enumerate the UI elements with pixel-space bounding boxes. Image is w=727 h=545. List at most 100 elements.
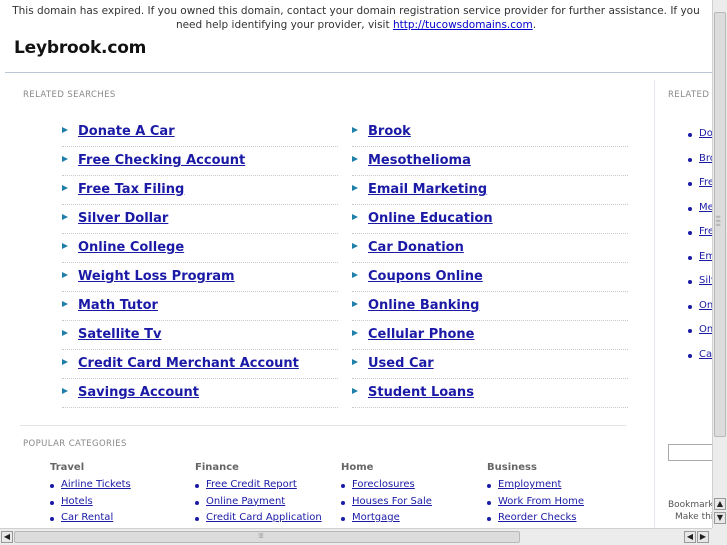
expiry-text: This domain has expired. If you owned th…: [12, 5, 700, 31]
related-search-link[interactable]: Mesothelioma: [368, 153, 471, 168]
category-item[interactable]: Credit Card Application: [195, 511, 335, 528]
related-search-item[interactable]: Mesothelioma: [352, 147, 628, 176]
related-search-link[interactable]: Student Loans: [368, 385, 474, 400]
horizontal-scrollbar[interactable]: ◀ ⁞⁞⁞⁞ ◀ ▶: [0, 528, 712, 545]
scroll-right-button[interactable]: ▶: [697, 531, 709, 543]
side-related-link[interactable]: Ca: [699, 349, 712, 360]
make-homepage-label[interactable]: Make this: [668, 511, 712, 523]
tucows-link[interactable]: http://tucowsdomains.com: [393, 19, 533, 31]
category-item[interactable]: Car Rental: [50, 511, 190, 528]
related-search-item[interactable]: Online Education: [352, 205, 628, 234]
related-search-item[interactable]: Car Donation: [352, 234, 628, 263]
bookmark-text: Bookmark Make this: [668, 499, 712, 523]
side-related-link[interactable]: On: [699, 300, 712, 311]
category-item[interactable]: Work From Home: [487, 495, 627, 512]
related-search-link[interactable]: Free Tax Filing: [78, 182, 184, 197]
category-link[interactable]: Credit Card Application: [206, 512, 322, 523]
category-item[interactable]: Employment: [487, 478, 627, 495]
related-search-item[interactable]: Free Tax Filing: [62, 176, 338, 205]
related-search-item[interactable]: Used Car: [352, 350, 628, 379]
related-search-link[interactable]: Silver Dollar: [78, 211, 168, 226]
category-link[interactable]: Airline Tickets: [61, 479, 131, 490]
related-search-item[interactable]: Free Checking Account: [62, 147, 338, 176]
category-link[interactable]: Foreclosures: [352, 479, 415, 490]
category-link[interactable]: Mortgage: [352, 512, 400, 523]
category-link[interactable]: Employment: [498, 479, 561, 490]
related-search-link[interactable]: Cellular Phone: [368, 327, 474, 342]
related-search-item[interactable]: Credit Card Merchant Account: [62, 350, 338, 379]
category-link[interactable]: Houses For Sale: [352, 496, 432, 507]
bullet-icon: [50, 484, 54, 488]
horizontal-scroll-thumb[interactable]: [14, 531, 520, 543]
category-item[interactable]: Mortgage: [341, 511, 481, 528]
category-link[interactable]: Free Credit Report: [206, 479, 297, 490]
category-link[interactable]: Work From Home: [498, 496, 584, 507]
scroll-down-button[interactable]: ▼: [714, 512, 726, 524]
related-searches-heading: RELATED SEARCHES: [23, 90, 116, 100]
side-related-link[interactable]: Do: [699, 128, 712, 139]
related-search-item[interactable]: Silver Dollar: [62, 205, 338, 234]
related-search-link[interactable]: Online College: [78, 240, 184, 255]
related-search-link[interactable]: Email Marketing: [368, 182, 487, 197]
side-related-link[interactable]: On: [699, 324, 712, 335]
related-search-item[interactable]: Savings Account: [62, 379, 338, 408]
related-search-link[interactable]: Satellite Tv: [78, 327, 161, 342]
related-search-item[interactable]: Online College: [62, 234, 338, 263]
bullet-icon: [341, 500, 345, 505]
side-related-link[interactable]: Fre: [699, 177, 712, 188]
vertical-scrollbar[interactable]: ═ ═ ═ ▲ ▼: [712, 0, 727, 528]
related-search-link[interactable]: Used Car: [368, 356, 434, 371]
related-search-link[interactable]: Weight Loss Program: [78, 269, 235, 284]
related-search-item[interactable]: Donate A Car: [62, 118, 338, 147]
side-related-link[interactable]: Bro: [699, 153, 712, 164]
related-search-link[interactable]: Coupons Online: [368, 269, 483, 284]
scroll-left-button[interactable]: ◀: [1, 531, 13, 543]
related-search-link[interactable]: Donate A Car: [78, 124, 175, 139]
related-searches-right-column: Brook Mesothelioma Email Marketing Online E…: [352, 118, 628, 408]
side-search-input[interactable]: [668, 444, 712, 461]
bullet-icon: [688, 206, 692, 211]
category-item[interactable]: Hotels: [50, 495, 190, 512]
related-search-item[interactable]: Online Banking: [352, 292, 628, 321]
related-search-item[interactable]: Brook: [352, 118, 628, 147]
bullet-icon: [195, 517, 199, 521]
scroll-up-button[interactable]: ▲: [714, 498, 726, 510]
related-search-link[interactable]: Brook: [368, 124, 411, 139]
category-item[interactable]: Airline Tickets: [50, 478, 190, 495]
related-search-link[interactable]: Savings Account: [78, 385, 199, 400]
category-link[interactable]: Car Rental: [61, 512, 113, 523]
category-item[interactable]: Foreclosures: [341, 478, 481, 495]
related-search-item[interactable]: Student Loans: [352, 379, 628, 408]
side-related-link[interactable]: Silv: [699, 275, 712, 286]
category-link[interactable]: Hotels: [61, 496, 93, 507]
category-item[interactable]: Reorder Checks: [487, 511, 627, 528]
related-search-item[interactable]: Cellular Phone: [352, 321, 628, 350]
bullet-icon: [688, 231, 692, 235]
related-search-link[interactable]: Car Donation: [368, 240, 464, 255]
related-search-item[interactable]: Math Tutor: [62, 292, 338, 321]
bookmark-label[interactable]: Bookmark: [668, 499, 712, 511]
bullet-icon: [688, 304, 692, 309]
related-search-link[interactable]: Math Tutor: [78, 298, 158, 313]
category-item[interactable]: Houses For Sale: [341, 495, 481, 512]
category-item[interactable]: Free Credit Report: [195, 478, 335, 495]
related-search-item[interactable]: Satellite Tv: [62, 321, 338, 350]
related-search-link[interactable]: Online Banking: [368, 298, 479, 313]
site-title: Leybrook.com: [14, 38, 147, 58]
category-link[interactable]: Reorder Checks: [498, 512, 576, 523]
category-link[interactable]: Online Payment: [206, 496, 285, 507]
side-related-link[interactable]: Me: [699, 202, 712, 213]
related-search-link[interactable]: Credit Card Merchant Account: [78, 356, 299, 371]
side-related-link[interactable]: Em: [699, 251, 712, 262]
related-search-link[interactable]: Free Checking Account: [78, 153, 245, 168]
related-search-item[interactable]: Coupons Online: [352, 263, 628, 292]
bullet-icon: [688, 157, 692, 162]
bullet-icon: [487, 517, 491, 521]
scroll-left-button-right[interactable]: ◀: [684, 531, 696, 543]
side-related-link[interactable]: Fre: [699, 226, 712, 237]
related-search-item[interactable]: Weight Loss Program: [62, 263, 338, 292]
category-item[interactable]: Online Payment: [195, 495, 335, 512]
side-panel: RELATED Do Bro Fre Me Fre Em Silv On On Ca Bookma…: [660, 80, 712, 528]
related-search-item[interactable]: Email Marketing: [352, 176, 628, 205]
related-search-link[interactable]: Online Education: [368, 211, 493, 226]
